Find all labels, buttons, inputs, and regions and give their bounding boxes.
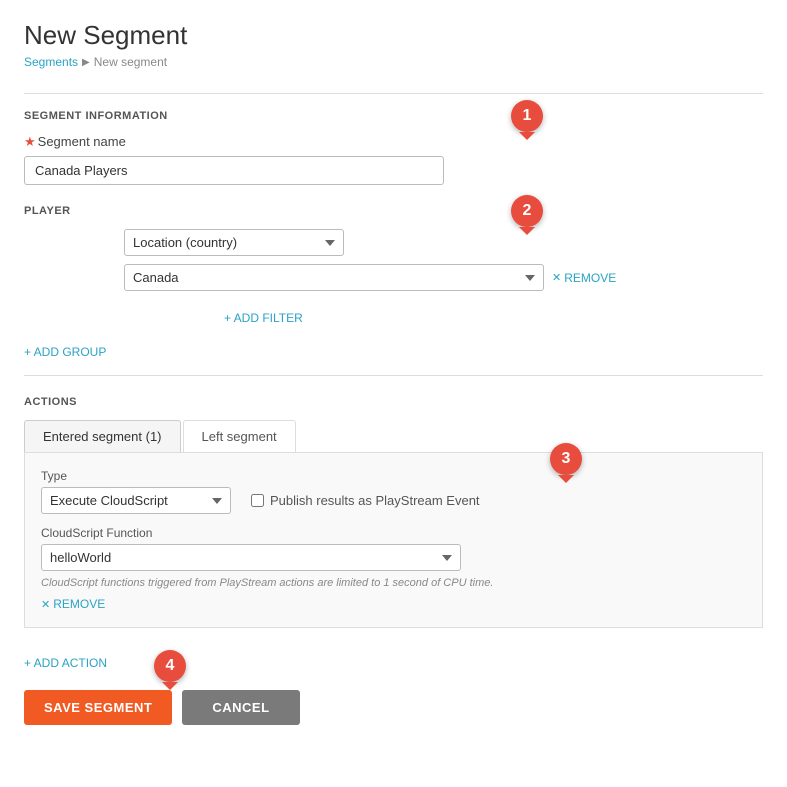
player-section-title: PLAYER: [24, 205, 763, 217]
cloudscript-function-select[interactable]: helloWorld: [41, 544, 461, 571]
section-divider-2: [24, 375, 763, 376]
tabs-container: Entered segment (1) Left segment: [24, 420, 763, 453]
filter-value-select[interactable]: Canada: [124, 264, 544, 291]
remove-filter-link[interactable]: ✕ REMOVE: [552, 271, 616, 285]
bottom-buttons: 4 SAVE SEGMENT CANCEL: [24, 690, 763, 725]
actions-section-title: ACTIONS: [24, 396, 763, 408]
required-star: ★: [24, 134, 36, 149]
tab-entered-segment[interactable]: Entered segment (1): [24, 420, 181, 452]
tab-left-segment[interactable]: Left segment: [183, 420, 296, 452]
cancel-button[interactable]: CANCEL: [182, 690, 299, 725]
cloudscript-note: CloudScript functions triggered from Pla…: [41, 577, 746, 589]
type-label: Type: [41, 469, 746, 483]
publish-label: Publish results as PlayStream Event: [270, 493, 480, 508]
publish-checkbox[interactable]: [251, 494, 264, 507]
breadcrumb: Segments ▶ New segment: [24, 55, 187, 69]
tab-content: 3 Type Execute CloudScript Publish resul…: [24, 453, 763, 628]
x-icon: ✕: [552, 271, 561, 284]
segment-info-title: SEGMENT INFORMATION: [24, 110, 763, 122]
segment-name-label: ★Segment name: [24, 134, 763, 150]
remove-action-link[interactable]: ✕ REMOVE: [41, 597, 105, 611]
save-segment-button[interactable]: SAVE SEGMENT: [24, 690, 172, 725]
add-filter-link[interactable]: + ADD FILTER: [224, 311, 303, 325]
add-group-link[interactable]: + ADD GROUP: [24, 345, 106, 359]
x-icon-action: ✕: [41, 598, 50, 611]
callout-4: 4: [154, 650, 186, 682]
breadcrumb-current: New segment: [94, 55, 167, 69]
publish-checkbox-label[interactable]: Publish results as PlayStream Event: [251, 493, 480, 508]
cloudscript-label: CloudScript Function: [41, 526, 746, 540]
filter-type-select[interactable]: Location (country): [124, 229, 344, 256]
section-divider: [24, 93, 763, 94]
page-title: New Segment: [24, 20, 187, 51]
callout-1: 1: [511, 100, 543, 132]
callout-3: 3: [550, 443, 582, 475]
add-action-link[interactable]: + ADD ACTION: [24, 656, 107, 670]
action-type-select[interactable]: Execute CloudScript: [41, 487, 231, 514]
breadcrumb-arrow: ▶: [82, 57, 90, 68]
breadcrumb-parent[interactable]: Segments: [24, 55, 78, 69]
segment-name-input[interactable]: [24, 156, 444, 185]
callout-2: 2: [511, 195, 543, 227]
remove-filter-label: REMOVE: [564, 271, 616, 285]
remove-action-label: REMOVE: [53, 597, 105, 611]
